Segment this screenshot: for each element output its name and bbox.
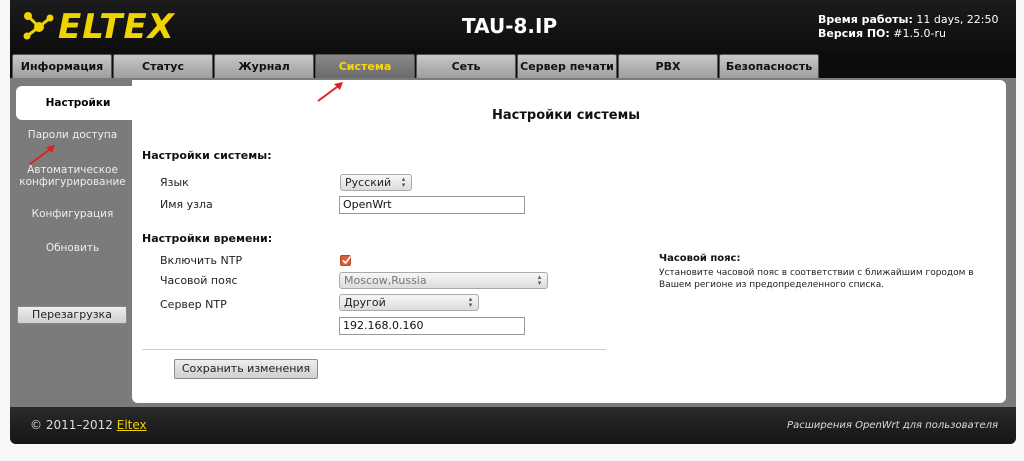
sidebar-item-update[interactable]: Обновить <box>10 242 135 254</box>
annotation-arrow-icon <box>317 82 343 102</box>
ntp-server-input[interactable]: 192.168.0.160 <box>339 317 525 335</box>
sidebar-item-configuration[interactable]: Конфигурация <box>10 208 135 220</box>
language-value: Русский <box>345 176 392 189</box>
ntp-server-select-value: Другой <box>344 296 386 309</box>
form-divider <box>142 349 606 350</box>
uptime-row: Время работы: 11 days, 22:50 <box>818 13 1008 27</box>
sidebar-item-settings[interactable]: Настройки <box>16 86 140 120</box>
uptime-value: 11 days, 22:50 <box>916 13 999 26</box>
timezone-label: Часовой пояс <box>160 274 238 287</box>
hostname-input[interactable]: OpenWrt <box>339 196 525 214</box>
tab-print-server[interactable]: Сервер печати <box>517 54 617 78</box>
tab-security[interactable]: Безопасность <box>719 54 819 78</box>
header: ELTEX TAU-8.IP Время работы: 11 days, 22… <box>10 0 1016 56</box>
firmware-label: Версия ПО: <box>818 27 890 40</box>
copyright-text: © 2011–2012 <box>30 418 113 432</box>
help-title: Часовой пояс: <box>659 253 741 264</box>
uptime-label: Время работы: <box>818 13 913 26</box>
ntp-enable-checkbox[interactable] <box>340 255 352 266</box>
footer: © 2011–2012 Eltex Расширения OpenWrt для… <box>10 407 1016 444</box>
status-block: Время работы: 11 days, 22:50 Версия ПО: … <box>818 13 1008 41</box>
annotation-arrow-icon <box>29 145 55 165</box>
tab-pbx[interactable]: PBX <box>618 54 718 78</box>
tab-system[interactable]: Система <box>315 54 415 78</box>
timezone-select[interactable]: Moscow,Russia ▴ ▾ <box>339 272 548 289</box>
language-select[interactable]: Русский ▴ ▾ <box>340 174 412 191</box>
sidebar-item-passwords[interactable]: Пароли доступа <box>10 129 135 141</box>
tab-log[interactable]: Журнал <box>214 54 314 78</box>
hostname-label: Имя узла <box>160 198 213 211</box>
tab-status[interactable]: Статус <box>113 54 213 78</box>
firmware-row: Версия ПО: #1.5.0-ru <box>818 27 1008 41</box>
timezone-value: Moscow,Russia <box>344 274 427 287</box>
language-label: Язык <box>160 176 189 189</box>
updown-arrows-icon: ▴ ▾ <box>468 295 473 309</box>
copyright: © 2011–2012 Eltex <box>30 418 147 432</box>
help-text: Установите часовой пояс в соответствии с… <box>659 268 974 290</box>
sidebar-item-autoconfig[interactable]: Автоматическое конфигурирование <box>10 164 135 188</box>
time-settings-heading: Настройки времени: <box>142 232 273 245</box>
tab-info[interactable]: Информация <box>12 54 112 78</box>
ntp-enable-label: Включить NTP <box>160 254 243 267</box>
main-tabs: Информация Статус Журнал Система Сеть Се… <box>10 54 1016 78</box>
system-settings-heading: Настройки системы: <box>142 149 272 162</box>
eltex-logo-mark-icon <box>22 10 56 44</box>
checkmark-icon <box>342 256 352 265</box>
page-title: Настройки системы <box>492 108 640 123</box>
tab-network[interactable]: Сеть <box>416 54 516 78</box>
ntp-server-label: Сервер NTP <box>160 298 227 311</box>
firmware-value: #1.5.0-ru <box>893 27 946 40</box>
ntp-server-select[interactable]: Другой ▴ ▾ <box>339 294 479 311</box>
reboot-button[interactable]: Перезагрузка <box>17 306 127 324</box>
updown-arrows-icon: ▴ ▾ <box>401 175 406 189</box>
eltex-logo[interactable]: ELTEX <box>22 9 175 45</box>
footer-extensions-text: Расширения OpenWrt для пользователя <box>787 420 998 431</box>
device-name: TAU-8.IP <box>462 14 558 38</box>
save-changes-button[interactable]: Сохранить изменения <box>174 359 318 379</box>
updown-arrows-icon: ▴ ▾ <box>537 273 542 287</box>
logo-text: ELTEX <box>58 7 175 47</box>
eltex-link[interactable]: Eltex <box>117 418 147 432</box>
